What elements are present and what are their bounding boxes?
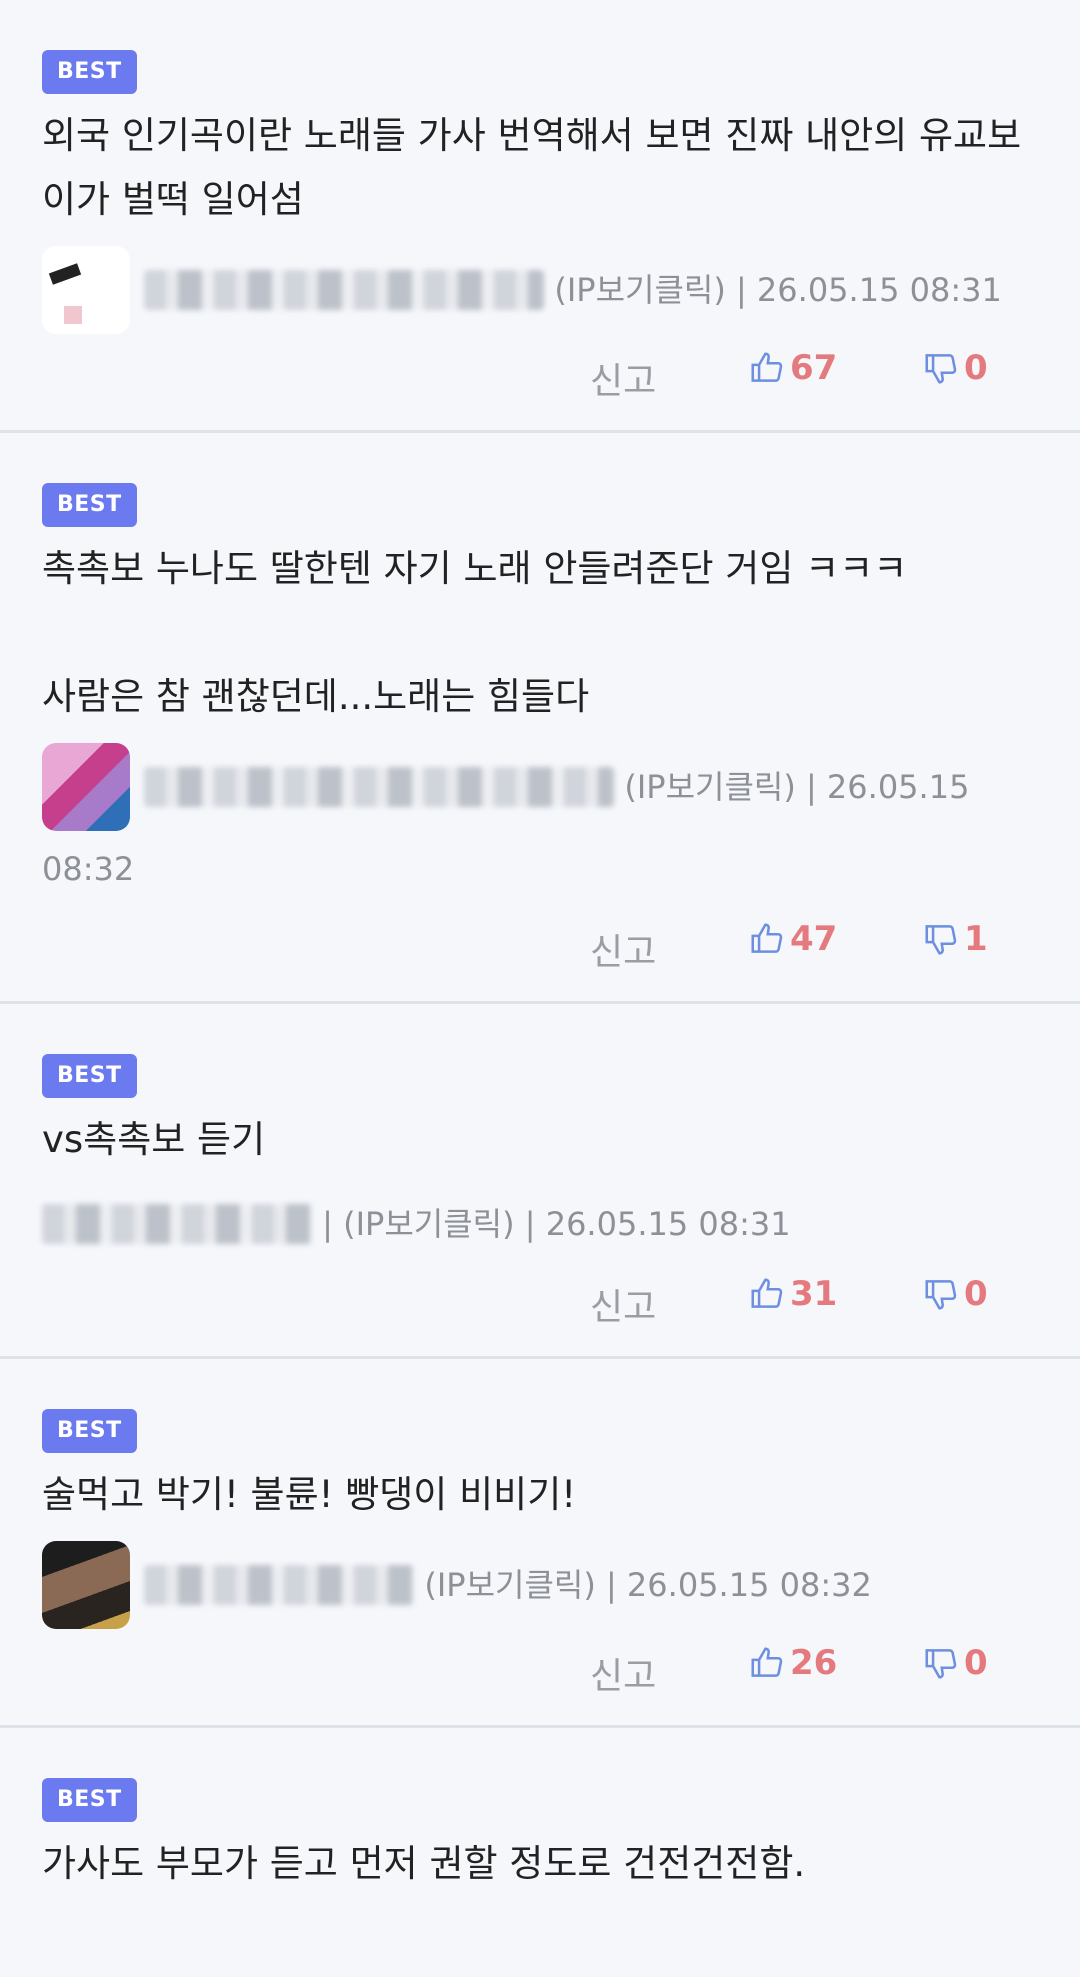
- thumbs-down-icon: [925, 1649, 957, 1679]
- avatar[interactable]: [42, 743, 130, 831]
- comment-text: 가사도 부모가 듣고 먼저 권할 정도로 건전건전함.: [42, 1842, 806, 1885]
- comment-item: BEST 가사도 부모가 듣고 먼저 권할 정도로 건전건전함.: [0, 1728, 1080, 1896]
- report-button[interactable]: 신고: [590, 1278, 656, 1330]
- like-button[interactable]: 47: [748, 919, 837, 959]
- dislike-button[interactable]: 0: [922, 1643, 988, 1683]
- like-button[interactable]: 26: [748, 1643, 837, 1683]
- like-count: 31: [790, 1274, 838, 1314]
- avatar[interactable]: [42, 246, 130, 334]
- report-button[interactable]: 신고: [590, 1647, 656, 1699]
- like-count: 47: [790, 919, 838, 959]
- comment-item: BEST vs촉촉보 듣기 | (IP보기클릭) | 26.05.15 08:3…: [0, 1004, 1080, 1359]
- dislike-button[interactable]: 1: [922, 919, 988, 959]
- comment-actions: 신고 47 1: [42, 905, 1038, 1001]
- comment-meta: (IP보기클릭) | 26.05.15 08:32: [42, 1541, 1038, 1629]
- thumbs-up-icon: [751, 1278, 783, 1308]
- blurred-username[interactable]: [144, 767, 615, 807]
- comment-text: 촉촉보 누나도 딸한텐 자기 노래 안들려준단 거임 ㅋㅋㅋ 사람은 참 괜찮던…: [42, 547, 908, 718]
- comment-meta: (IP보기클릭) | 26.05.15 08:32: [42, 743, 1038, 905]
- best-badge: BEST: [42, 1778, 137, 1822]
- best-badge: BEST: [42, 1054, 137, 1098]
- thumbs-down-icon: [925, 1280, 957, 1310]
- dislike-count: 0: [964, 348, 988, 388]
- dislike-count: 0: [964, 1274, 988, 1314]
- ip-timestamp[interactable]: (IP보기클릭) | 26.05.15 08:32: [424, 1566, 871, 1604]
- thumbs-down-icon: [925, 925, 957, 955]
- thumbs-down-icon: [925, 354, 957, 384]
- ip-timestamp[interactable]: (IP보기클릭) | 26.05.15 08:31: [554, 271, 1001, 309]
- comment-actions: 신고 67 0: [42, 334, 1038, 430]
- like-button[interactable]: 67: [748, 348, 837, 388]
- comment-meta: | (IP보기클릭) | 26.05.15 08:31: [42, 1186, 1038, 1260]
- dislike-count: 0: [964, 1643, 988, 1683]
- comment-item: BEST 술먹고 박기! 불륜! 빵댕이 비비기! (IP보기클릭) | 26.…: [0, 1359, 1080, 1728]
- comment-meta: (IP보기클릭) | 26.05.15 08:31: [42, 246, 1038, 334]
- report-button[interactable]: 신고: [590, 352, 656, 404]
- comment-text: 외국 인기곡이란 노래들 가사 번역해서 보면 진짜 내안의 유교보이가 벌떡 …: [42, 114, 1022, 221]
- best-badge: BEST: [42, 50, 137, 94]
- comment-text: 술먹고 박기! 불륜! 빵댕이 비비기!: [42, 1473, 577, 1516]
- comment-list: BEST 외국 인기곡이란 노래들 가사 번역해서 보면 진짜 내안의 유교보이…: [0, 0, 1080, 1896]
- thumbs-up-icon: [751, 1647, 783, 1677]
- comment-actions: 신고 31 0: [42, 1260, 1038, 1356]
- comment-text: vs촉촉보 듣기: [42, 1118, 266, 1161]
- dislike-button[interactable]: 0: [922, 348, 988, 388]
- comment-item: BEST 촉촉보 누나도 딸한텐 자기 노래 안들려준단 거임 ㅋㅋㅋ 사람은 …: [0, 433, 1080, 1004]
- best-badge: BEST: [42, 483, 137, 527]
- ip-timestamp[interactable]: | (IP보기클릭) | 26.05.15 08:31: [322, 1205, 790, 1243]
- dislike-button[interactable]: 0: [922, 1274, 988, 1314]
- best-badge: BEST: [42, 1409, 137, 1453]
- like-count: 67: [790, 348, 838, 388]
- like-button[interactable]: 31: [748, 1274, 837, 1314]
- dislike-count: 1: [964, 919, 988, 959]
- comment-actions: 신고 26 0: [42, 1629, 1038, 1725]
- thumbs-up-icon: [751, 352, 783, 382]
- blurred-username[interactable]: [144, 270, 545, 310]
- report-button[interactable]: 신고: [590, 923, 656, 975]
- blurred-username[interactable]: [144, 1565, 415, 1605]
- comment-item: BEST 외국 인기곡이란 노래들 가사 번역해서 보면 진짜 내안의 유교보이…: [0, 0, 1080, 433]
- avatar[interactable]: [42, 1541, 130, 1629]
- blurred-username[interactable]: [42, 1204, 312, 1244]
- thumbs-up-icon: [751, 923, 783, 953]
- like-count: 26: [790, 1643, 838, 1683]
